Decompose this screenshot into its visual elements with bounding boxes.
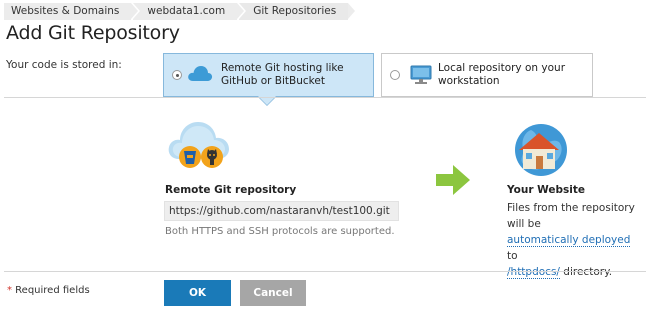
required-fields-note: * Required fields: [7, 285, 90, 296]
remote-repo-label: Remote Git repository: [165, 184, 297, 196]
ok-button[interactable]: OK: [164, 280, 231, 306]
website-description: Files from the repository will be automa…: [507, 200, 650, 280]
automatically-deployed-link[interactable]: automatically deployed: [507, 234, 631, 247]
required-text: Required fields: [12, 285, 90, 296]
remote-option-label: Remote Git hosting like GitHub or BitBuc…: [221, 62, 344, 87]
remote-repo-url-input[interactable]: [164, 201, 399, 221]
breadcrumb-domain[interactable]: webdata1.com: [133, 3, 247, 20]
remote-radio[interactable]: [172, 70, 182, 80]
arrow-right-icon: [436, 165, 470, 198]
protocol-hint: Both HTTPS and SSH protocols are support…: [165, 226, 395, 237]
httpdocs-link[interactable]: /httpdocs/: [507, 266, 560, 279]
website-globe-house-icon: [509, 120, 569, 181]
website-desc-to: to: [507, 250, 518, 262]
cancel-button[interactable]: Cancel: [240, 280, 306, 306]
git-hosting-cloud-icon: [167, 113, 231, 174]
divider-bottom: [4, 271, 646, 272]
breadcrumb: Websites & Domains webdata1.com Git Repo…: [4, 3, 358, 20]
website-desc-prefix: Files from the repository will be: [507, 202, 635, 230]
stored-in-label: Your code is stored in:: [6, 59, 122, 71]
page-title: Add Git Repository: [6, 22, 180, 44]
website-desc-suffix: directory.: [559, 266, 613, 278]
local-option-label: Local repository on your workstation: [438, 62, 566, 87]
breadcrumb-websites-domains[interactable]: Websites & Domains: [4, 3, 141, 20]
cloud-icon: [187, 64, 213, 85]
breadcrumb-git-repositories[interactable]: Git Repositories: [239, 3, 358, 20]
monitor-icon: [410, 64, 432, 89]
local-radio[interactable]: [390, 70, 400, 80]
local-repository-option[interactable]: Local repository on your workstation: [381, 53, 593, 97]
website-title: Your Website: [507, 184, 585, 196]
remote-hosting-option[interactable]: Remote Git hosting like GitHub or BitBuc…: [163, 53, 374, 97]
divider-top: [4, 97, 646, 98]
